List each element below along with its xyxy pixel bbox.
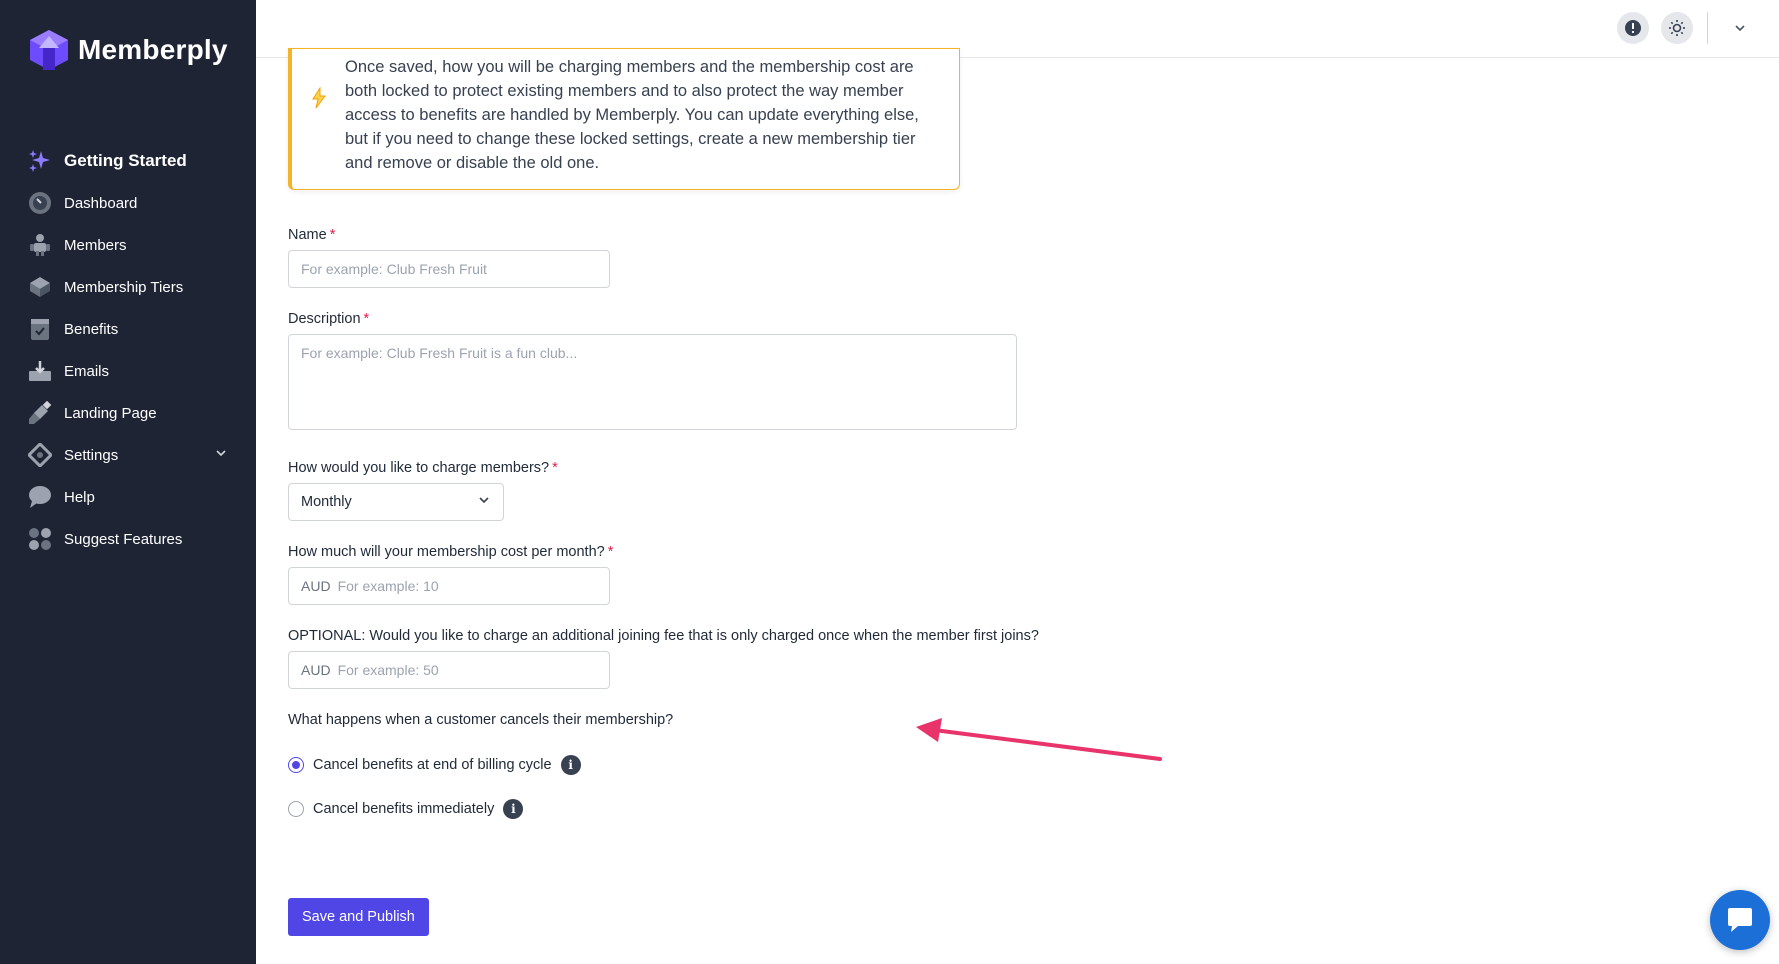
description-label-text: Description (288, 311, 361, 327)
brush-icon (28, 401, 52, 425)
sidebar-item-members[interactable]: Members (0, 224, 256, 266)
sidebar-item-membership-tiers[interactable]: Membership Tiers (0, 266, 256, 308)
sidebar-item-label: Benefits (64, 320, 119, 338)
sidebar-item-benefits[interactable]: Benefits (0, 308, 256, 350)
charge-frequency-select[interactable]: Monthly (288, 483, 504, 521)
sidebar-item-label: Emails (64, 362, 110, 380)
sidebar: Memberply Getting Started Dashboard Memb… (0, 0, 256, 964)
cost-placeholder: For example: 10 (337, 578, 439, 594)
name-label: Name * (288, 227, 335, 243)
required-marker: * (607, 544, 614, 560)
info-icon[interactable]: i (503, 799, 524, 819)
inbox-icon (28, 359, 52, 383)
users-icon (28, 233, 52, 257)
layers-icon (28, 275, 52, 299)
description-textarea[interactable]: For example: Club Fresh Fruit is a fun c… (288, 334, 1017, 430)
chevron-down-icon (477, 493, 491, 511)
sidebar-item-label: Help (64, 488, 95, 506)
joining-fee-input[interactable]: AUD For example: 50 (288, 651, 610, 689)
sidebar-item-label: Landing Page (64, 404, 157, 422)
sidebar-item-label: Settings (64, 446, 119, 464)
cancel-label: What happens when a customer cancels the… (288, 712, 674, 728)
radio-button[interactable] (288, 801, 304, 817)
chevron-down-icon[interactable] (214, 446, 228, 465)
required-marker: * (552, 460, 558, 476)
cost-input[interactable]: AUD For example: 10 (288, 567, 610, 605)
gauge-icon (28, 191, 52, 215)
locked-settings-notice: Once saved, how you will be charging mem… (288, 48, 960, 190)
sun-icon[interactable] (1661, 12, 1693, 44)
sidebar-item-label: Dashboard (64, 194, 138, 212)
cost-label-text: How much will your membership cost per m… (288, 544, 605, 560)
radio-cancel-end-of-cycle[interactable]: Cancel benefits at end of billing cycle … (288, 755, 581, 775)
save-and-publish-button[interactable]: Save and Publish (288, 898, 429, 936)
lightning-icon (310, 86, 328, 114)
sidebar-item-label: Membership Tiers (64, 278, 184, 296)
sidebar-item-label: Suggest Features (64, 530, 183, 548)
sidebar-nav: Getting Started Dashboard Members Member… (0, 140, 256, 560)
alert-icon[interactable] (1617, 12, 1649, 44)
charge-label-text: How would you like to charge members? (288, 460, 550, 476)
chevron-down-icon[interactable] (1730, 18, 1750, 38)
chat-widget-button[interactable] (1710, 890, 1770, 950)
sidebar-item-getting-started[interactable]: Getting Started (0, 140, 256, 182)
name-placeholder: For example: Club Fresh Fruit (301, 261, 487, 277)
radio-cancel-immediately[interactable]: Cancel benefits immediately i (288, 799, 524, 819)
sidebar-item-settings[interactable]: Settings (0, 434, 256, 476)
main-content: Once saved, how you will be charging mem… (256, 48, 1779, 964)
name-label-text: Name (288, 227, 327, 243)
charge-label: How would you like to charge members? * (288, 460, 558, 476)
memberply-logo-icon (30, 30, 68, 70)
sidebar-item-landing-page[interactable]: Landing Page (0, 392, 256, 434)
required-marker: * (363, 311, 370, 327)
chat-bubble-icon (28, 485, 52, 509)
currency-prefix: AUD (301, 578, 331, 594)
notice-text: Once saved, how you will be charging mem… (345, 58, 919, 172)
radio-button[interactable] (288, 757, 304, 773)
settings-icon (28, 443, 52, 467)
joining-fee-label: OPTIONAL: Would you like to charge an ad… (288, 628, 1039, 644)
sidebar-item-emails[interactable]: Emails (0, 350, 256, 392)
brand[interactable]: Memberply (28, 28, 228, 72)
info-icon[interactable]: i (560, 755, 581, 775)
annotation-arrow-icon (916, 718, 1162, 761)
topbar-divider (1707, 12, 1708, 44)
radio-label: Cancel benefits at end of billing cycle (313, 757, 552, 773)
charge-frequency-value: Monthly (301, 494, 352, 510)
sidebar-item-label: Getting Started (64, 151, 187, 170)
sidebar-item-label: Members (64, 236, 127, 254)
required-marker: * (329, 227, 336, 243)
description-placeholder: For example: Club Fresh Fruit is a fun c… (301, 345, 578, 361)
sidebar-item-help[interactable]: Help (0, 476, 256, 518)
currency-prefix: AUD (301, 662, 331, 678)
brand-name: Memberply (78, 34, 228, 65)
grid-dots-icon (28, 527, 52, 551)
joining-fee-placeholder: For example: 50 (337, 662, 439, 678)
clipboard-check-icon (28, 317, 52, 341)
description-label: Description * (288, 311, 369, 327)
chat-icon (1728, 908, 1752, 932)
radio-label: Cancel benefits immediately (313, 801, 495, 817)
cost-label: How much will your membership cost per m… (288, 544, 613, 560)
sidebar-item-dashboard[interactable]: Dashboard (0, 182, 256, 224)
sparkles-icon (28, 149, 52, 173)
name-input[interactable]: For example: Club Fresh Fruit (288, 250, 610, 288)
sidebar-item-suggest-features[interactable]: Suggest Features (0, 518, 256, 560)
